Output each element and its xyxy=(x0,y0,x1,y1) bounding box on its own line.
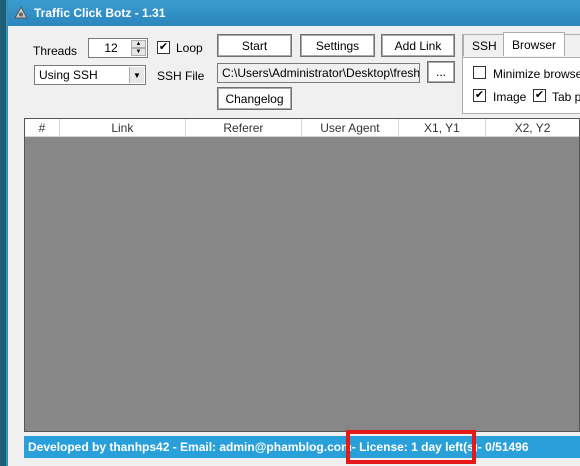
tab-option-checkbox[interactable]: ✔ xyxy=(533,89,546,102)
start-button[interactable]: Start xyxy=(217,34,292,57)
column-link[interactable]: Link xyxy=(60,119,186,137)
ssh-file-path-field[interactable]: C:\Users\Administrator\Desktop\fresh1-2 xyxy=(217,63,420,83)
loop-label: Loop xyxy=(176,41,203,55)
tab-browser[interactable]: Browser xyxy=(503,32,566,56)
license-highlight-box xyxy=(346,430,476,464)
minimize-browser-checkbox[interactable] xyxy=(473,66,486,79)
stepper-up-icon[interactable]: ▲ xyxy=(131,40,146,48)
threads-stepper[interactable]: 12 ▲ ▼ xyxy=(88,38,148,58)
connection-mode-value: Using SSH xyxy=(39,68,98,82)
window-title: Traffic Click Botz - 1.31 xyxy=(34,6,166,20)
app-window: Traffic Click Botz - 1.31 Threads 12 ▲ ▼… xyxy=(6,0,580,466)
threads-label: Threads xyxy=(33,44,78,58)
stepper-down-icon[interactable]: ▼ xyxy=(131,48,146,56)
column-x1-y1[interactable]: X1, Y1 xyxy=(399,119,487,137)
column-user-agent[interactable]: User Agent xyxy=(302,119,399,137)
add-link-button[interactable]: Add Link xyxy=(381,34,455,57)
links-list[interactable]: # Link Referer User Agent X1, Y1 X2, Y2 xyxy=(24,118,580,432)
chevron-down-icon: ▼ xyxy=(129,67,144,83)
progress-counter: - 0/51496 xyxy=(477,440,529,454)
browse-button[interactable]: ... xyxy=(427,61,455,83)
connection-mode-select[interactable]: Using SSH ▼ xyxy=(34,65,146,85)
changelog-button[interactable]: Changelog xyxy=(217,87,292,110)
title-bar[interactable]: Traffic Click Botz - 1.31 xyxy=(8,0,580,26)
column-referer[interactable]: Referer xyxy=(186,119,303,137)
settings-button[interactable]: Settings xyxy=(300,34,375,57)
column-x2-y2[interactable]: X2, Y2 xyxy=(486,119,579,137)
app-icon xyxy=(14,6,28,19)
image-label: Image xyxy=(493,90,527,104)
list-header: # Link Referer User Agent X1, Y1 X2, Y2 xyxy=(25,119,579,137)
image-checkbox[interactable]: ✔ xyxy=(473,89,486,102)
minimize-browser-label: Minimize browser xyxy=(493,67,580,81)
tab-ssh-label: SSH xyxy=(472,38,497,53)
status-bar: Developed by thanhps42 - Email: admin@ph… xyxy=(24,430,580,464)
column-index[interactable]: # xyxy=(25,119,60,137)
browser-tab-panel: Minimize browser ✔ ✔ Image ✔ Tab po xyxy=(463,57,580,113)
options-tab-control: SSH Browser Minimize browser ✔ ✔ Image ✔… xyxy=(462,32,580,114)
tab-ssh[interactable]: SSH xyxy=(463,34,506,56)
tab-browser-label: Browser xyxy=(512,37,557,52)
threads-value: 12 xyxy=(104,41,118,55)
developer-credit: Developed by thanhps42 - Email: admin@ph… xyxy=(28,440,352,454)
ssh-file-label: SSH File xyxy=(157,69,205,83)
main-panel: Threads 12 ▲ ▼ ✔ Loop Using SSH ▼ SSH Fi… xyxy=(14,26,580,466)
loop-checkbox[interactable]: ✔ xyxy=(157,41,170,54)
tab-option-label: Tab po xyxy=(552,90,580,104)
